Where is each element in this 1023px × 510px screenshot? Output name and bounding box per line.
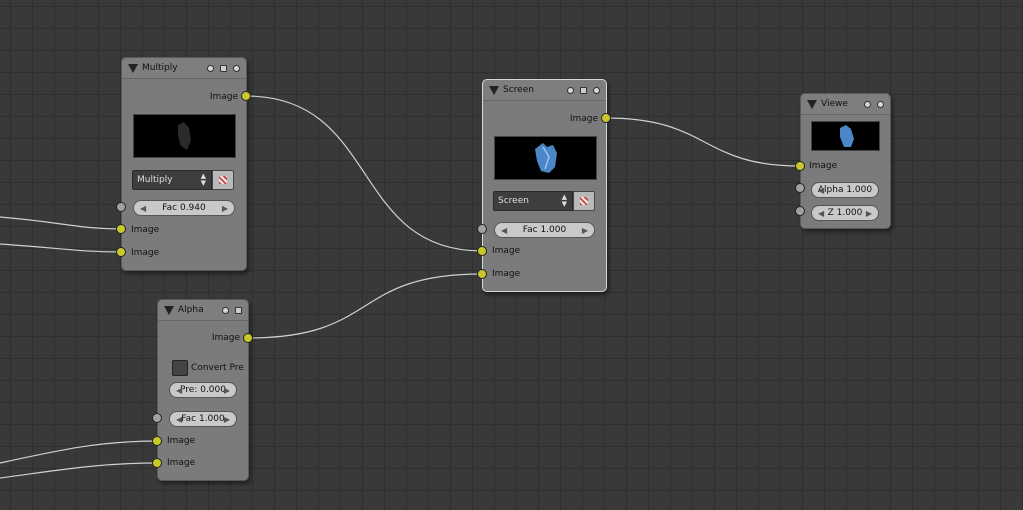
dancer-silhouette-icon bbox=[178, 122, 191, 150]
preview-toggle-icon[interactable] bbox=[207, 64, 214, 72]
convert-premul-checkbox[interactable] bbox=[172, 360, 188, 376]
link-offscreen-to-multiply-2 bbox=[0, 243, 122, 253]
link-offscreen-to-alpha-2 bbox=[0, 462, 158, 479]
collapse-triangle-icon[interactable] bbox=[164, 305, 174, 315]
increment-arrow-icon[interactable]: ▶ bbox=[866, 209, 872, 218]
link-multiply-to-screen bbox=[245, 95, 483, 252]
alpha-node[interactable]: Alpha Image Convert Pre ◀ Pre: 0.000 ▶ ◀… bbox=[157, 299, 249, 481]
alpha-node-header[interactable]: Alpha bbox=[158, 300, 248, 321]
dancer-figure-icon bbox=[535, 143, 557, 173]
options-toggle-icon[interactable] bbox=[235, 306, 242, 314]
input-label: Image bbox=[131, 225, 160, 235]
decrement-arrow-icon[interactable]: ◀ bbox=[818, 209, 824, 218]
checker-icon bbox=[219, 176, 227, 184]
collapse-triangle-icon[interactable] bbox=[128, 63, 138, 73]
output-label: Image bbox=[209, 92, 238, 102]
updown-arrows-icon: ▲ ▼ bbox=[561, 193, 567, 208]
decrement-arrow-icon[interactable]: ◀ bbox=[176, 415, 182, 424]
z-field[interactable]: ◀ Z 1.000 ▶ bbox=[811, 205, 879, 221]
multiply-input1-socket[interactable] bbox=[116, 224, 126, 234]
alpha-output-socket[interactable] bbox=[243, 333, 253, 343]
options-toggle-icon[interactable] bbox=[580, 86, 587, 94]
multiply-node-header[interactable]: Multiply bbox=[122, 58, 246, 79]
link-screen-to-viewer bbox=[605, 117, 801, 167]
alpha-field[interactable]: ◀ Alpha 1.000 bbox=[811, 182, 879, 198]
sphere-icon[interactable] bbox=[233, 64, 240, 72]
viewer-node[interactable]: Viewe Image ◀ Alpha 1.000 ◀ Z 1.000 ▶ bbox=[800, 93, 891, 229]
collapse-triangle-icon[interactable] bbox=[807, 99, 817, 109]
multiply-fac-socket[interactable] bbox=[116, 202, 126, 212]
checker-icon bbox=[580, 197, 588, 205]
sphere-icon[interactable] bbox=[593, 86, 600, 94]
link-offscreen-to-multiply-1 bbox=[0, 216, 122, 230]
alpha-fac-socket[interactable] bbox=[152, 413, 162, 423]
input-label: Image bbox=[167, 458, 196, 468]
multiply-output-socket[interactable] bbox=[241, 91, 251, 101]
increment-arrow-icon[interactable]: ▶ bbox=[224, 415, 230, 424]
screen-output-socket[interactable] bbox=[601, 113, 611, 123]
multiply-input2-socket[interactable] bbox=[116, 247, 126, 257]
use-alpha-button[interactable] bbox=[573, 191, 595, 211]
convert-premul-label: Convert Pre bbox=[191, 363, 244, 373]
node-title: Viewe bbox=[821, 99, 848, 109]
blend-mode-dropdown[interactable]: Screen ▲ ▼ bbox=[493, 191, 573, 211]
use-alpha-button[interactable] bbox=[212, 170, 234, 190]
multiply-node[interactable]: Multiply Image Multiply ▲ ▼ ◀ Fac 0.940 ▶… bbox=[121, 57, 247, 271]
node-preview-image bbox=[811, 121, 880, 151]
sphere-icon[interactable] bbox=[877, 100, 884, 108]
decrement-arrow-icon[interactable]: ◀ bbox=[176, 386, 182, 395]
output-label: Image bbox=[211, 333, 240, 343]
fac-field[interactable]: ◀ Fac 1.000 ▶ bbox=[169, 411, 237, 427]
link-alpha-to-screen bbox=[247, 273, 483, 339]
viewer-node-header[interactable]: Viewe bbox=[801, 94, 890, 115]
output-label: Image bbox=[569, 114, 598, 124]
viewer-image-socket[interactable] bbox=[795, 161, 805, 171]
screen-node[interactable]: Screen Image Screen ▲ ▼ ◀ Fac 1.000 ▶ Ima… bbox=[482, 79, 607, 292]
increment-arrow-icon[interactable]: ▶ bbox=[222, 204, 228, 213]
link-offscreen-to-alpha-1 bbox=[0, 440, 158, 464]
node-title: Alpha bbox=[178, 305, 204, 315]
input-label: Image bbox=[167, 436, 196, 446]
node-title: Multiply bbox=[142, 63, 178, 73]
fac-field[interactable]: ◀ Fac 1.000 ▶ bbox=[494, 222, 595, 238]
blend-mode-dropdown[interactable]: Multiply ▲ ▼ bbox=[132, 170, 212, 190]
input-label: Image bbox=[809, 161, 838, 171]
decrement-arrow-icon[interactable]: ◀ bbox=[501, 226, 507, 235]
screen-input1-socket[interactable] bbox=[477, 246, 487, 256]
screen-input2-socket[interactable] bbox=[477, 269, 487, 279]
alpha-input2-socket[interactable] bbox=[152, 458, 162, 468]
decrement-arrow-icon[interactable]: ◀ bbox=[818, 186, 824, 195]
options-toggle-icon[interactable] bbox=[220, 64, 227, 72]
screen-node-header[interactable]: Screen bbox=[483, 80, 606, 101]
alpha-input1-socket[interactable] bbox=[152, 436, 162, 446]
preview-toggle-icon[interactable] bbox=[864, 100, 871, 108]
viewer-alpha-socket[interactable] bbox=[795, 183, 805, 193]
screen-fac-socket[interactable] bbox=[477, 224, 487, 234]
node-title: Screen bbox=[503, 85, 534, 95]
premul-field[interactable]: ◀ Pre: 0.000 ▶ bbox=[169, 382, 237, 398]
increment-arrow-icon[interactable]: ▶ bbox=[224, 386, 230, 395]
fac-field[interactable]: ◀ Fac 0.940 ▶ bbox=[133, 200, 235, 216]
node-preview-image bbox=[133, 114, 236, 158]
viewer-z-socket[interactable] bbox=[795, 206, 805, 216]
dancer-figure-icon bbox=[840, 125, 854, 147]
input-label: Image bbox=[492, 246, 521, 256]
node-preview-image bbox=[494, 136, 597, 180]
collapse-triangle-icon[interactable] bbox=[489, 85, 499, 95]
preview-toggle-icon[interactable] bbox=[567, 86, 574, 94]
input-label: Image bbox=[131, 248, 160, 258]
increment-arrow-icon[interactable]: ▶ bbox=[582, 226, 588, 235]
updown-arrows-icon: ▲ ▼ bbox=[200, 172, 206, 187]
input-label: Image bbox=[492, 269, 521, 279]
decrement-arrow-icon[interactable]: ◀ bbox=[140, 204, 146, 213]
preview-toggle-icon[interactable] bbox=[222, 306, 229, 314]
